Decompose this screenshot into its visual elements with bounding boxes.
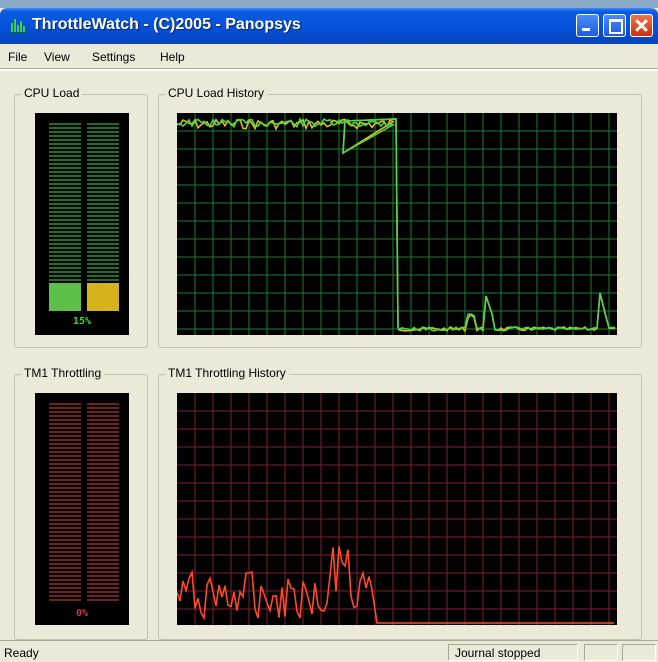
tm1-throttling-readout: 0% [75, 608, 89, 619]
menu-help[interactable]: Help [160, 50, 185, 64]
cpu-load-group: CPU Load 15% [14, 86, 148, 348]
status-panel-empty-1 [584, 644, 618, 661]
status-text: Ready [4, 646, 39, 660]
minimize-button[interactable] [576, 14, 599, 37]
window-title: ThrottleWatch - (C)2005 - Panopsys [32, 16, 301, 33]
cpu-load-meter: 15% [35, 113, 129, 335]
cpu-history-label: CPU Load History [165, 86, 268, 100]
tm1-history-group: TM1 Throttling History [158, 366, 642, 640]
tm1-history-label: TM1 Throttling History [165, 366, 289, 380]
cpu-history-group: CPU Load History [158, 86, 642, 348]
menu-file[interactable]: File [8, 50, 27, 64]
menu-divider [0, 68, 658, 71]
journal-status: Journal stopped [448, 644, 578, 661]
title-bar[interactable]: ThrottleWatch - (C)2005 - Panopsys [0, 8, 658, 44]
menu-view[interactable]: View [44, 50, 70, 64]
status-bar: Ready Journal stopped [0, 640, 658, 662]
tm1-history-graph [177, 393, 617, 625]
status-panel-empty-2 [622, 644, 656, 661]
maximize-button[interactable] [603, 14, 626, 37]
chart-icon [10, 19, 26, 33]
tm1-throttling-label: TM1 Throttling [21, 366, 105, 380]
throttlewatch-window: ThrottleWatch - (C)2005 - Panopsys File … [0, 8, 658, 662]
cpu-load-label: CPU Load [21, 86, 83, 100]
cpu-load-readout: 15% [72, 316, 92, 327]
tm1-bar-left [49, 403, 81, 603]
tm1-throttling-group: TM1 Throttling 0% [14, 366, 148, 640]
tm1-throttling-meter: 0% [35, 393, 129, 625]
close-button[interactable] [630, 14, 653, 37]
cpu-history-graph [177, 113, 617, 335]
menu-settings[interactable]: Settings [92, 50, 135, 64]
cpu-load-bar-right [87, 123, 119, 311]
cpu-load-bar-left [49, 123, 81, 311]
menu-bar: File View Settings Help [0, 46, 658, 68]
tm1-bar-right [87, 403, 119, 603]
